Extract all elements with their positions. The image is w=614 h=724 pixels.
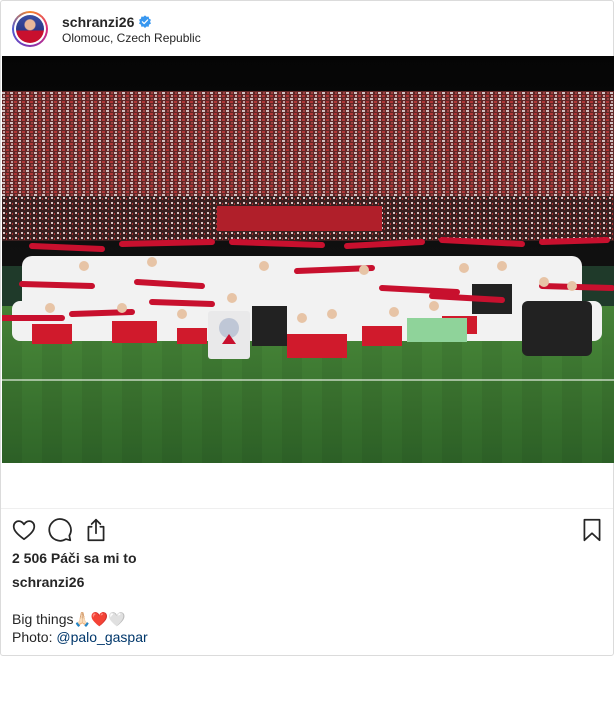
instagram-post-card: schranzi26 Olomouc, Czech Republic 2 506… <box>0 0 614 656</box>
likes-count[interactable]: 2 506 Páči sa mi to <box>12 550 137 566</box>
share-icon[interactable] <box>83 517 109 543</box>
caption-credit: Photo: @palo_gaspar <box>12 628 148 646</box>
caption-text: Big things🙏🏻❤️🤍 Photo: @palo_gaspar <box>12 610 148 646</box>
post-header: schranzi26 Olomouc, Czech Republic <box>1 1 613 56</box>
avatar[interactable] <box>12 11 48 47</box>
bookmark-icon[interactable] <box>579 517 605 543</box>
team-celebration-photo <box>2 56 614 463</box>
verified-badge-icon <box>139 15 151 28</box>
avatar-image <box>16 15 44 43</box>
caption-line: Big things🙏🏻❤️🤍 <box>12 611 126 627</box>
credit-label: Photo: <box>12 629 57 645</box>
mention-link[interactable]: @palo_gaspar <box>56 629 147 645</box>
post-actions-bar <box>1 508 613 549</box>
post-photo[interactable] <box>2 56 614 463</box>
trophy-plaque <box>208 311 250 359</box>
heart-icon[interactable] <box>11 517 37 543</box>
comment-icon[interactable] <box>47 517 73 543</box>
username-link[interactable]: schranzi26 <box>62 14 134 30</box>
location-link[interactable]: Olomouc, Czech Republic <box>62 31 201 45</box>
caption-author[interactable]: schranzi26 <box>12 574 84 590</box>
